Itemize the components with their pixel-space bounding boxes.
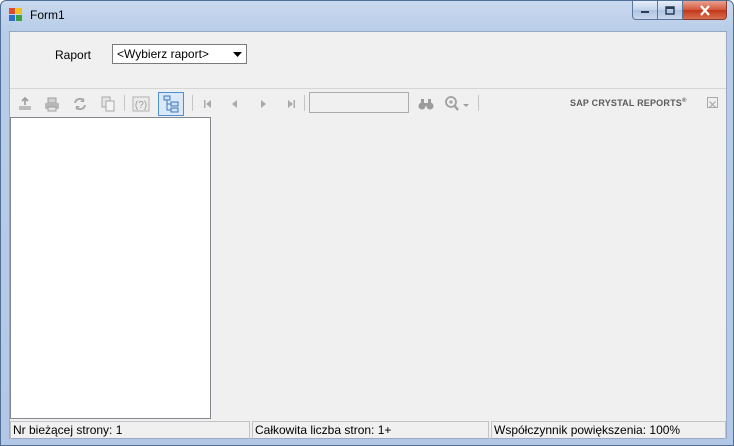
raport-select-value: <Wybierz raport> [117, 47, 209, 61]
chevron-down-icon[interactable] [229, 46, 245, 62]
export-icon[interactable] [14, 93, 36, 115]
copy-icon[interactable] [97, 93, 119, 115]
minimize-button[interactable] [632, 1, 658, 20]
toolbar-separator [304, 95, 305, 111]
toolbar-separator [478, 95, 479, 111]
app-icon [9, 8, 23, 22]
title-bar[interactable]: Form1 [1, 1, 733, 29]
status-current-page: Nr bieżącej strony: 1 [10, 421, 250, 439]
window-title: Form1 [30, 8, 65, 22]
minimize-icon [641, 11, 649, 13]
zoom-icon[interactable] [443, 93, 471, 115]
refresh-icon[interactable] [69, 93, 91, 115]
close-icon[interactable] [707, 97, 718, 108]
crystal-report-viewer: (?) SAP CRYSTAL REPORTS® Nr bieżącej str… [10, 88, 726, 439]
viewer-toolbar: (?) SAP CRYSTAL REPORTS® [10, 89, 726, 117]
parameters-icon[interactable]: (?) [130, 93, 152, 115]
maximize-button[interactable] [658, 1, 683, 20]
previous-page-icon[interactable] [224, 93, 246, 115]
window-frame: Form1 Raport <Wybierz raport> (?) SAP CR… [0, 0, 734, 446]
client-area: Raport <Wybierz raport> (?) SAP CRYSTAL … [9, 31, 727, 439]
group-tree-toggle-icon[interactable] [158, 92, 184, 116]
raport-select[interactable]: <Wybierz raport> [112, 44, 247, 64]
next-page-icon[interactable] [252, 93, 274, 115]
toolbar-separator [192, 95, 193, 111]
status-total-pages: Całkowita liczba stron: 1+ [252, 421, 489, 439]
close-button[interactable] [683, 1, 727, 20]
close-icon [699, 4, 710, 16]
first-page-icon[interactable] [197, 93, 219, 115]
status-bar: Nr bieżącej strony: 1 Całkowita liczba s… [10, 420, 726, 439]
raport-label: Raport [55, 48, 92, 62]
status-zoom: Współczynnik powiększenia: 100% [491, 421, 726, 439]
maximize-icon [665, 5, 675, 15]
svg-text:(?): (?) [135, 100, 147, 111]
goto-page-input[interactable] [309, 92, 409, 113]
report-page-area[interactable] [211, 117, 726, 419]
group-tree-panel[interactable] [10, 117, 211, 419]
find-icon[interactable] [415, 93, 437, 115]
parameter-panel: Raport <Wybierz raport> [10, 32, 726, 88]
print-icon[interactable] [41, 93, 63, 115]
sap-crystal-reports-logo: SAP CRYSTAL REPORTS® [570, 98, 687, 108]
toolbar-separator [124, 95, 125, 111]
last-page-icon[interactable] [280, 93, 302, 115]
